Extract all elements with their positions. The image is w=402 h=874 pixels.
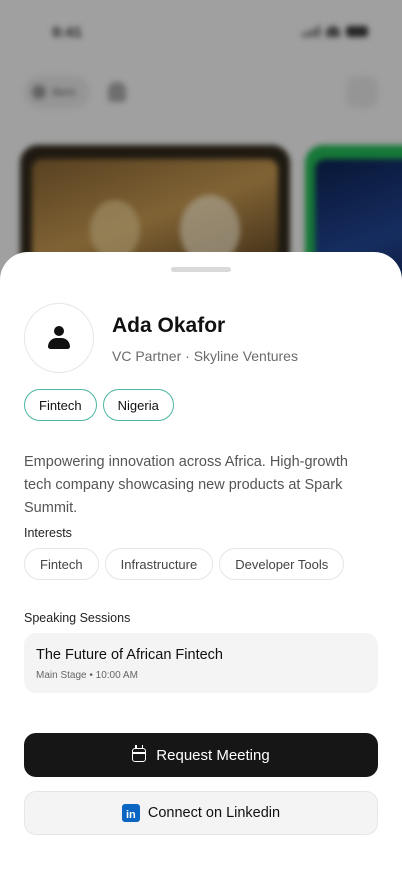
tag-fintech: Fintech bbox=[24, 389, 97, 421]
connect-linkedin-label: Connect on Linkedin bbox=[147, 805, 281, 821]
drag-handle[interactable] bbox=[171, 267, 231, 272]
tag-nigeria: Nigeria bbox=[102, 389, 174, 421]
request-meeting-button[interactable]: Request Meeting bbox=[24, 733, 378, 777]
linkedin-icon: in bbox=[121, 804, 140, 822]
interest-chip-infrastructure: Infrastructure bbox=[104, 548, 214, 580]
interest-chip-fintech: Fintech bbox=[24, 548, 99, 580]
session-card[interactable]: The Future of African Fintech Main Stage… bbox=[24, 633, 378, 693]
interests-list: Fintech Infrastructure Developer Tools bbox=[24, 548, 345, 580]
request-meeting-label: Request Meeting bbox=[156, 746, 270, 764]
avatar bbox=[24, 303, 94, 373]
person-icon bbox=[48, 326, 70, 350]
session-meta: Main Stage • 10:00 AM bbox=[36, 670, 138, 681]
session-title: The Future of African Fintech bbox=[36, 647, 223, 663]
profile-subtitle: VC Partner · Skyline Ventures bbox=[112, 348, 298, 364]
profile-bio: Empowering innovation across Africa. Hig… bbox=[24, 454, 348, 516]
sessions-heading: Speaking Sessions bbox=[24, 611, 131, 625]
calendar-icon bbox=[132, 745, 147, 762]
profile-tags: Fintech Nigeria bbox=[24, 389, 174, 421]
profile-name: Ada Okafor bbox=[112, 314, 226, 337]
interests-heading: Interests bbox=[24, 526, 72, 540]
profile-sheet: Ada Okafor VC Partner · Skyline Ventures… bbox=[0, 252, 402, 874]
interest-chip-developer-tools: Developer Tools bbox=[219, 548, 345, 580]
connect-linkedin-button[interactable]: in Connect on Linkedin bbox=[24, 791, 378, 835]
